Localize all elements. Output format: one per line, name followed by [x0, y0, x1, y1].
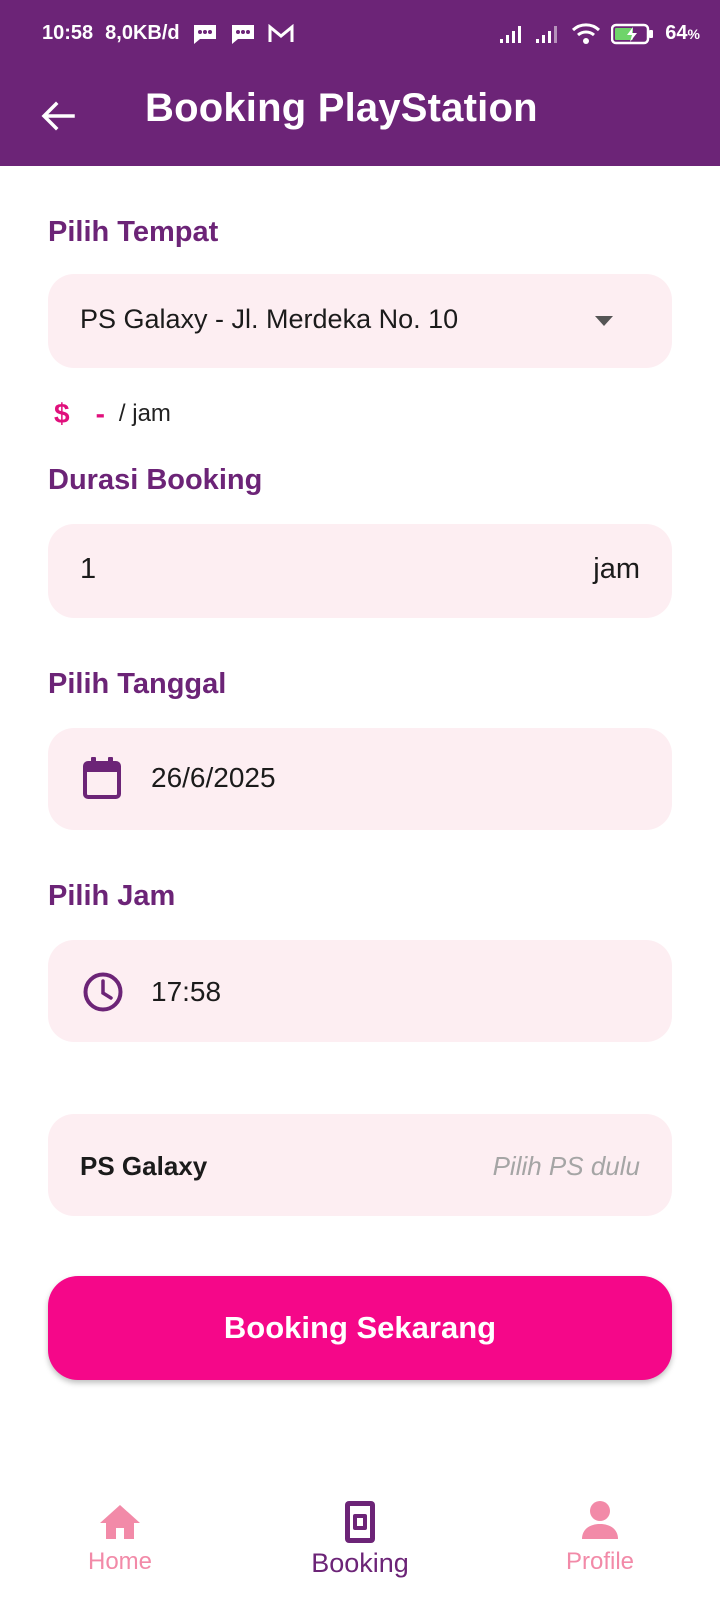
date-picker-field[interactable]: 26/6/2025 — [48, 728, 672, 830]
price-unit: / jam — [118, 400, 171, 427]
price-row: $ - / jam — [54, 398, 171, 430]
nav-item-profile[interactable]: Profile — [500, 1480, 700, 1590]
gmail-icon — [268, 23, 294, 44]
booking-icon — [345, 1501, 375, 1543]
bottom-navigation: Home Booking Profile — [0, 1480, 720, 1600]
duration-suffix: jam — [593, 553, 640, 585]
place-value: PS Galaxy - Jl. Merdeka No. 10 — [80, 304, 459, 334]
date-label: Pilih Tanggal — [48, 668, 227, 700]
clock-icon — [83, 972, 123, 1012]
battery-icon — [611, 23, 655, 45]
nav-label-home: Home — [87, 1548, 153, 1575]
duration-label: Durasi Booking — [48, 464, 263, 496]
price-symbol: $ — [54, 398, 70, 429]
app-bar: 10:58 8,0KB/d 64% Booking PlayStation — [0, 0, 720, 166]
ps-name: PS Galaxy — [80, 1151, 208, 1181]
message-icon — [230, 23, 256, 45]
calendar-icon — [83, 757, 121, 799]
time-picker-field[interactable]: 17:58 — [48, 940, 672, 1042]
nav-label-profile: Profile — [565, 1548, 635, 1575]
duration-value: 1 — [80, 553, 97, 585]
battery-level: 64% — [665, 22, 700, 44]
booking-submit-button[interactable]: Booking Sekarang — [48, 1276, 672, 1380]
page-title: Booking PlayStation — [145, 86, 538, 130]
status-bar: 10:58 8,0KB/d 64% — [0, 0, 720, 68]
home-icon — [100, 1505, 140, 1539]
toolbar: Booking PlayStation — [0, 68, 720, 166]
status-right: 64% — [499, 22, 700, 45]
arrow-back-icon — [41, 101, 75, 131]
time-label: Pilih Jam — [48, 880, 176, 912]
status-time: 10:58 — [42, 22, 94, 44]
signal-icon — [499, 24, 525, 44]
price-value: - — [95, 398, 105, 429]
back-button[interactable] — [34, 92, 82, 140]
time-value: 17:58 — [151, 976, 222, 1007]
place-label: Pilih Tempat — [48, 216, 219, 248]
status-net-speed: 8,0KB/d — [105, 22, 180, 44]
status-left: 10:58 8,0KB/d — [42, 22, 294, 45]
ps-hint: Pilih PS dulu — [492, 1151, 640, 1181]
message-icon — [192, 23, 218, 45]
nav-label-booking: Booking — [311, 1548, 409, 1578]
nav-item-booking[interactable]: Booking — [260, 1480, 460, 1590]
duration-input[interactable]: 1 jam — [48, 524, 672, 618]
nav-item-home[interactable]: Home — [20, 1480, 220, 1590]
signal-icon — [535, 24, 561, 44]
dropdown-arrow-icon — [595, 316, 613, 326]
person-icon — [582, 1501, 618, 1539]
ps-selection-field[interactable]: PS Galaxy Pilih PS dulu — [48, 1114, 672, 1216]
wifi-icon — [571, 22, 601, 45]
date-value: 26/6/2025 — [151, 762, 276, 793]
place-dropdown[interactable]: PS Galaxy - Jl. Merdeka No. 10 — [48, 274, 672, 368]
